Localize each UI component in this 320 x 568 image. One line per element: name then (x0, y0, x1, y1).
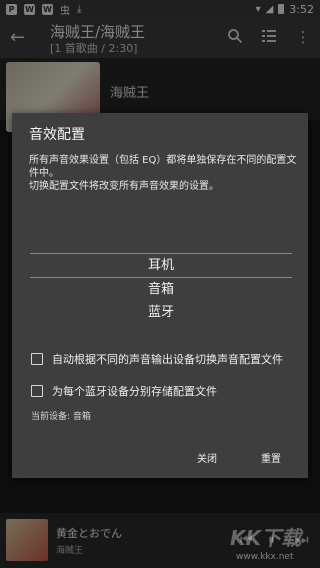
picker-item-bluetooth[interactable]: 蓝牙 (30, 301, 292, 324)
auto-switch-label: 自动根据不同的声音输出设备切换声音配置文件 (52, 353, 283, 366)
dialog-title: 音效配置 (29, 127, 85, 143)
reset-button[interactable]: 重置 (261, 450, 281, 465)
per-bluetooth-option[interactable]: 为每个蓝牙设备分别存储配置文件 (31, 383, 217, 399)
profile-picker[interactable]: 耳机 音箱 蓝牙 (30, 253, 292, 324)
current-device: 当前设备: 音箱 (31, 412, 91, 422)
description-line: 切换配置文件将改变所有声音效果的设置。 (29, 181, 219, 192)
close-button[interactable]: 关闭 (197, 450, 217, 465)
auto-switch-checkbox[interactable] (31, 353, 43, 365)
picker-item-speaker[interactable]: 音箱 (30, 278, 292, 301)
watermark-url: www.kkx.net (236, 552, 294, 562)
picker-item-headphones[interactable]: 耳机 (30, 254, 292, 277)
per-bluetooth-checkbox[interactable] (31, 385, 43, 397)
per-bluetooth-label: 为每个蓝牙设备分别存储配置文件 (52, 385, 217, 398)
description-line: 所有声音效果设置（包括 EQ）都将单独保存在不同的配置文件中。 (29, 155, 297, 179)
sound-profile-dialog: 音效配置 所有声音效果设置（包括 EQ）都将单独保存在不同的配置文件中。 切换配… (12, 113, 308, 478)
auto-switch-option[interactable]: 自动根据不同的声音输出设备切换声音配置文件 (31, 351, 283, 367)
watermark-logo: KK下载 (230, 526, 301, 550)
dialog-description: 所有声音效果设置（包括 EQ）都将单独保存在不同的配置文件中。 切换配置文件将改… (29, 154, 297, 193)
